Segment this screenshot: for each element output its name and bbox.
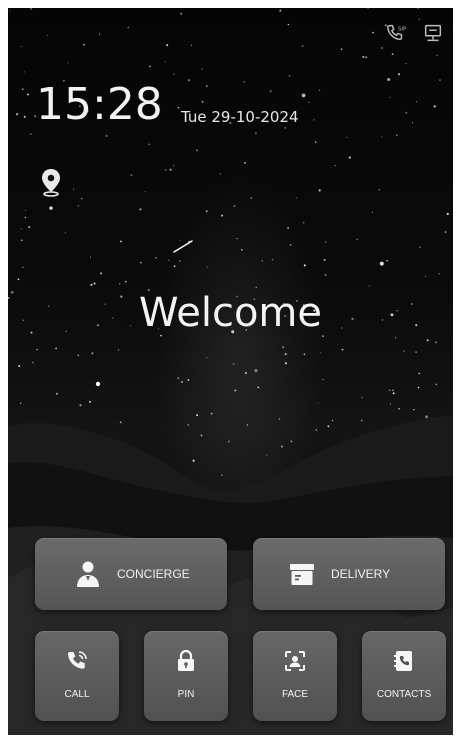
face-scan-icon bbox=[283, 649, 307, 673]
person-icon bbox=[73, 559, 103, 589]
concierge-label: CONCIERGE bbox=[117, 567, 190, 581]
package-icon bbox=[287, 559, 317, 589]
pin-label: PIN bbox=[177, 689, 195, 700]
delivery-button[interactable]: DELIVERY bbox=[253, 538, 445, 610]
face-label: FACE bbox=[281, 689, 309, 700]
contacts-book-icon bbox=[392, 649, 416, 673]
lock-screen: SIP 15:28 Tue 29-10-2024 Welcome CONCIER… bbox=[8, 8, 453, 735]
delivery-label: DELIVERY bbox=[331, 567, 391, 581]
welcome-heading: Welcome bbox=[139, 290, 322, 336]
clock-date: Tue 29-10-2024 bbox=[181, 108, 299, 126]
contacts-label: CONTACTS bbox=[376, 689, 432, 700]
lock-icon bbox=[174, 649, 198, 673]
concierge-button[interactable]: CONCIERGE bbox=[35, 538, 227, 610]
sip-phone-icon: SIP bbox=[385, 22, 407, 44]
clock-time: 15:28 bbox=[36, 79, 163, 130]
pin-button[interactable]: PIN bbox=[144, 631, 228, 721]
contacts-button[interactable]: CONTACTS bbox=[362, 631, 446, 721]
phone-icon bbox=[65, 649, 89, 673]
location-pin-icon[interactable] bbox=[39, 167, 63, 197]
call-label: CALL bbox=[64, 689, 90, 700]
face-button[interactable]: FACE bbox=[253, 631, 337, 721]
svg-text:SIP: SIP bbox=[398, 26, 407, 32]
network-icon bbox=[422, 22, 444, 44]
call-button[interactable]: CALL bbox=[35, 631, 119, 721]
